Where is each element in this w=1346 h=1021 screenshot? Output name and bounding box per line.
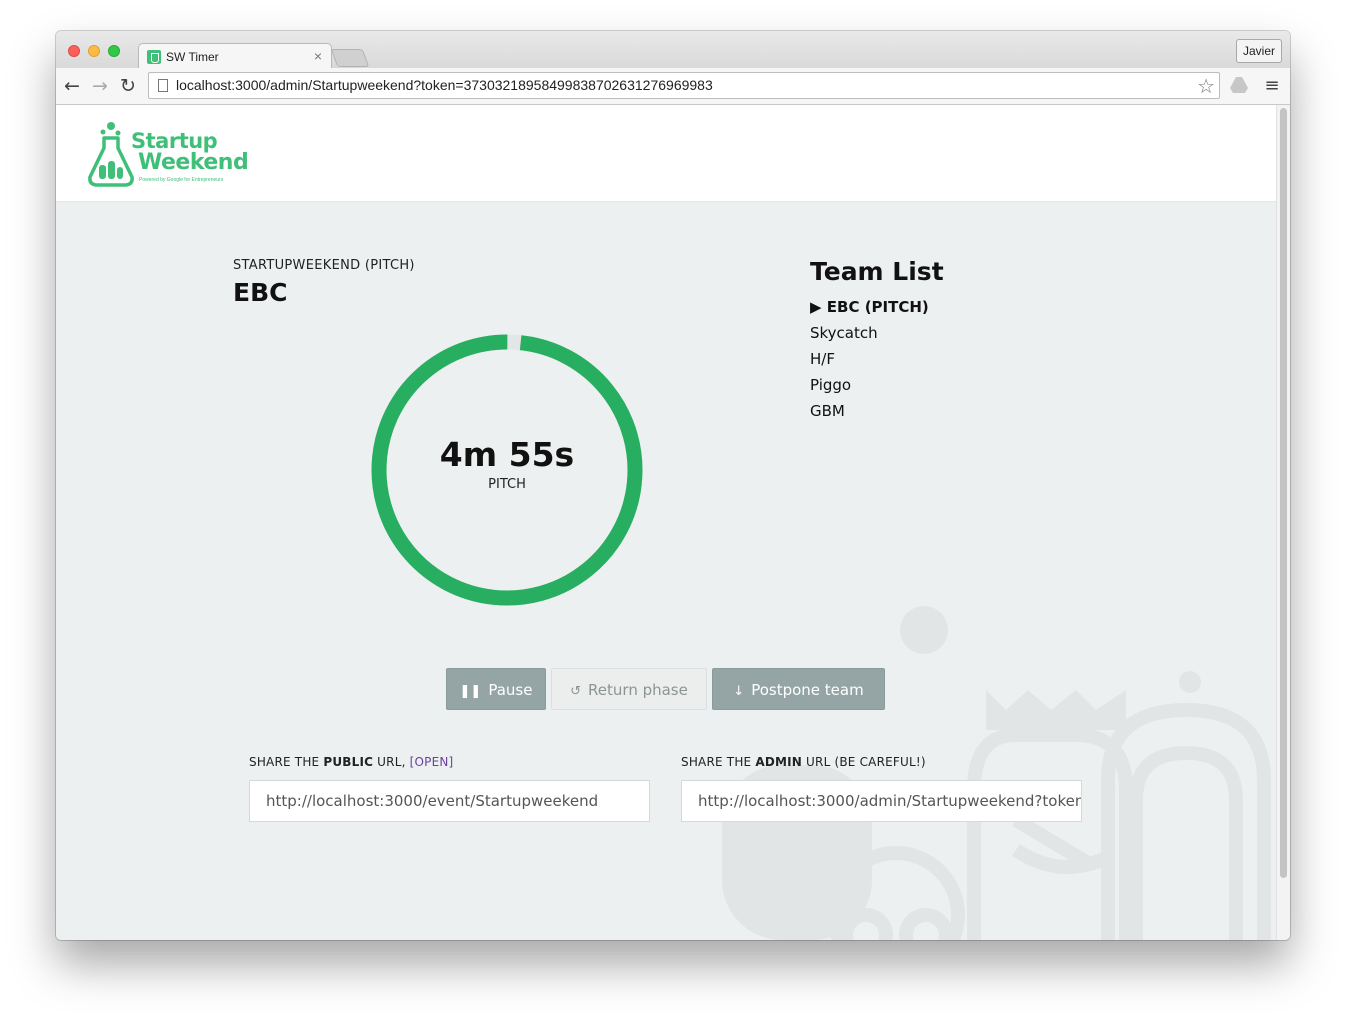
tab-close-icon[interactable]: × (314, 48, 322, 64)
postpone-team-button[interactable]: ↓ Postpone team (712, 668, 885, 710)
timer-remaining: 4m 55s (439, 435, 575, 474)
logo-text-weekend: Weekend (138, 150, 249, 175)
team-list-title: Team List (810, 257, 944, 286)
undo-icon: ↺ (570, 684, 582, 699)
open-public-link[interactable]: [open] (410, 755, 454, 769)
page-viewport: Startup Weekend Powered by Google for En… (56, 105, 1290, 940)
title-bar: SW Timer × Javier (56, 31, 1290, 70)
page-icon (158, 79, 168, 92)
logo-tagline: Powered by Google for Entrepreneurs (139, 177, 224, 183)
team-list-item-label: EBC (pitch) (826, 298, 929, 316)
drive-extension-icon[interactable] (1229, 76, 1249, 96)
tab-title: SW Timer (166, 50, 219, 64)
current-team-arrow-icon: ▶ (810, 298, 822, 316)
forward-arrow-icon[interactable]: → (88, 74, 112, 98)
reload-icon[interactable]: ↻ (116, 74, 140, 98)
bookmark-star-icon[interactable]: ☆ (1197, 74, 1215, 98)
current-team-name: EBC (233, 278, 288, 307)
browser-toolbar: ← → ↻ localhost:3000/admin/Startupweeken… (56, 68, 1290, 105)
address-bar[interactable]: localhost:3000/admin/Startupweekend?toke… (148, 72, 1220, 99)
browser-window: SW Timer × Javier ← → ↻ localhost:3000/a… (56, 31, 1290, 940)
team-list-item-current[interactable]: ▶ EBC (pitch) (810, 294, 929, 320)
return-phase-button-label: Return phase (588, 681, 688, 699)
share-public-suffix: url, (373, 755, 410, 769)
share-public-strong: public (323, 755, 374, 769)
profile-button[interactable]: Javier (1236, 39, 1282, 63)
share-public-label: Share the public url, [open] (249, 755, 453, 769)
hamburger-menu-icon[interactable]: ≡ (1262, 76, 1282, 96)
flask-icon (88, 122, 134, 187)
minimize-window-button[interactable] (88, 45, 100, 57)
share-admin-label: Share the admin url (be careful!) (681, 755, 926, 769)
browser-tab[interactable]: SW Timer × (138, 43, 332, 70)
maximize-window-button[interactable] (108, 45, 120, 57)
return-phase-button[interactable]: ↺ Return phase (551, 668, 707, 710)
admin-url-field[interactable]: http://localhost:3000/admin/Startupweeke… (681, 780, 1082, 822)
share-admin-suffix: url (be careful!) (802, 755, 926, 769)
startup-weekend-favicon-icon (147, 50, 161, 64)
close-window-button[interactable] (68, 45, 80, 57)
pause-button[interactable]: ❚❚ Pause (446, 668, 546, 710)
event-phase-label: Startupweekend (pitch) (233, 258, 415, 273)
timer-phase-label: pitch (488, 477, 526, 492)
team-list-item[interactable]: Skycatch (810, 320, 929, 346)
url-text[interactable]: localhost:3000/admin/Startupweekend?toke… (176, 77, 713, 93)
team-list-item[interactable]: GBM (810, 398, 929, 424)
arrow-down-icon: ↓ (733, 684, 745, 699)
public-url-field[interactable]: http://localhost:3000/event/Startupweeke… (249, 780, 650, 822)
pause-button-label: Pause (488, 681, 533, 699)
pause-icon: ❚❚ (459, 684, 482, 699)
share-admin-strong: admin (755, 755, 803, 769)
back-arrow-icon[interactable]: ← (60, 74, 84, 98)
postpone-team-button-label: Postpone team (751, 681, 864, 699)
site-header: Startup Weekend Powered by Google for En… (56, 105, 1276, 202)
scrollbar-thumb[interactable] (1280, 108, 1287, 878)
share-public-prefix: Share the (249, 755, 324, 769)
team-list-item[interactable]: H/F (810, 346, 929, 372)
share-admin-prefix: Share the (681, 755, 756, 769)
new-tab-button[interactable] (330, 49, 370, 67)
team-list-item[interactable]: Piggo (810, 372, 929, 398)
startup-weekend-logo[interactable]: Startup Weekend Powered by Google for En… (88, 121, 249, 187)
vertical-scrollbar[interactable] (1276, 105, 1290, 940)
team-list: ▶ EBC (pitch) Skycatch H/F Piggo GBM (810, 294, 929, 424)
